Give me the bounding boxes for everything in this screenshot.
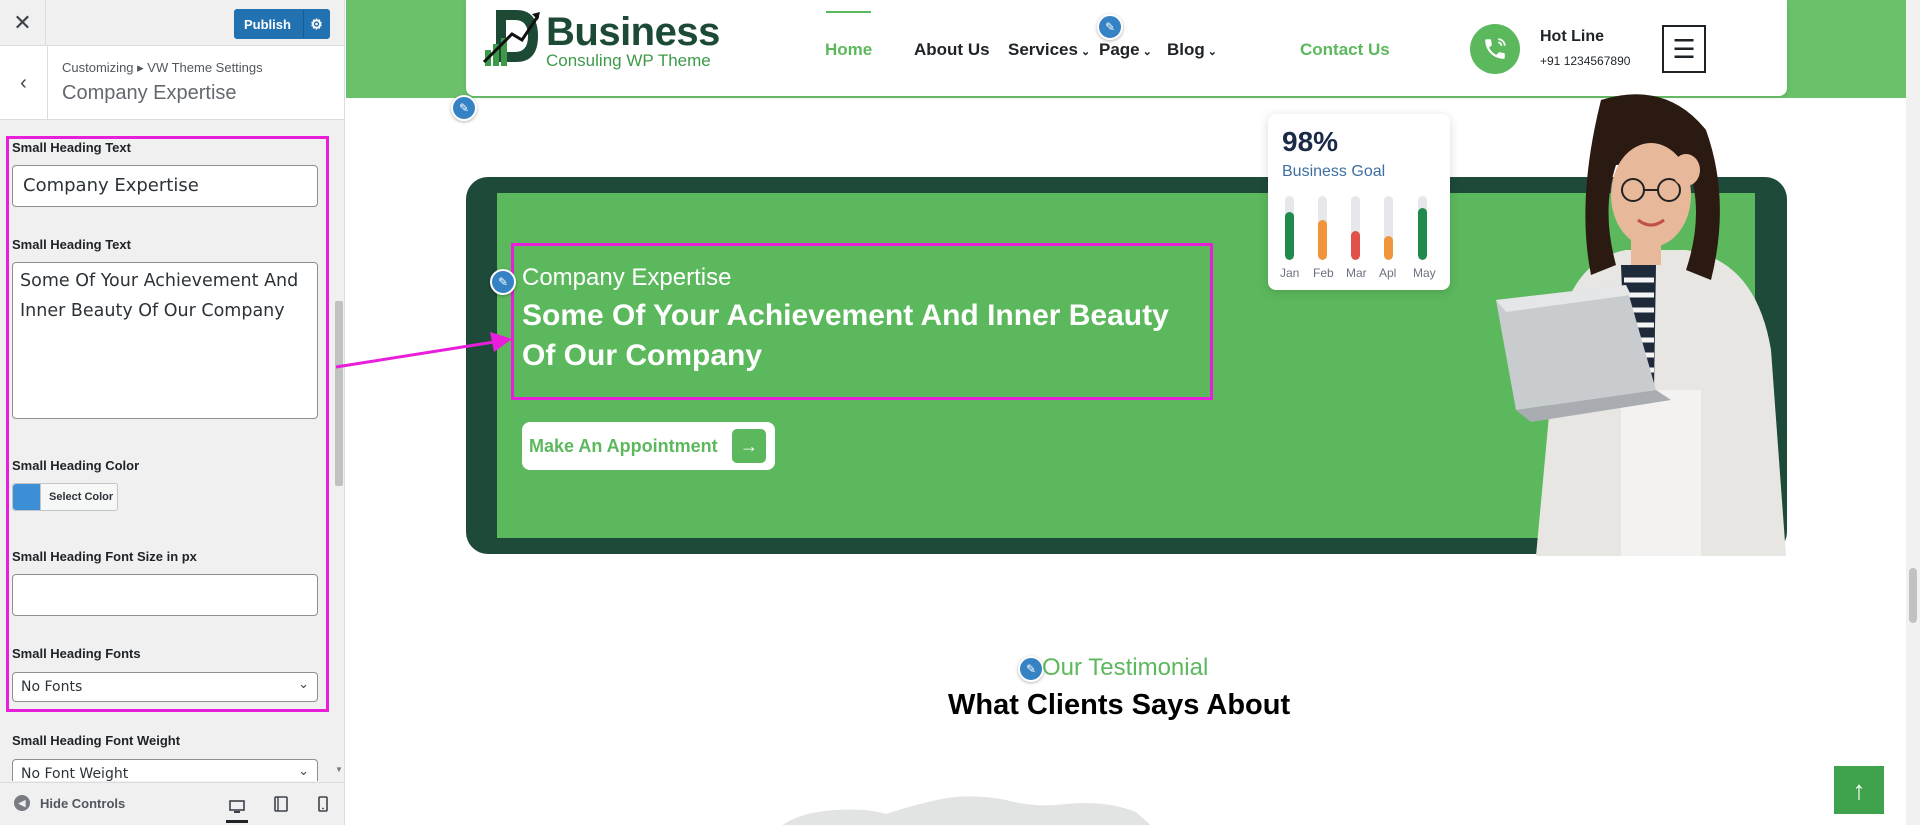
testimonial-heading: What Clients Says About xyxy=(948,689,1291,721)
goal-label: Business Goal xyxy=(1282,163,1386,180)
customizer-header: ✕ Publish ⚙ xyxy=(0,0,344,46)
collapse-icon: ◀ xyxy=(14,795,30,811)
goal-bar-mar xyxy=(1351,196,1360,260)
section-title: Company Expertise xyxy=(62,82,237,104)
hotline-number[interactable]: +91 1234567890 xyxy=(1540,54,1630,68)
hotline-title: Hot Line xyxy=(1540,28,1604,45)
goal-month-label: Feb xyxy=(1313,266,1334,280)
world-map-decoration xyxy=(782,796,1151,825)
font-weight-select[interactable]: No Font Weight ⌄ xyxy=(12,759,318,781)
goal-bar-jan xyxy=(1285,196,1294,260)
banner-small-heading: Company Expertise xyxy=(522,264,732,291)
make-appointment-button[interactable]: Make An Appointment → xyxy=(522,422,775,470)
edit-pencil-icon[interactable]: ✎ xyxy=(490,269,516,295)
chevron-down-icon: ⌄ xyxy=(298,764,309,779)
nav-page-label: Page xyxy=(1099,40,1140,59)
preview-scroll-thumb[interactable] xyxy=(1909,568,1917,623)
chevron-down-icon: ⌄ xyxy=(1080,46,1091,58)
logo-mark-icon xyxy=(482,10,540,66)
nav-home[interactable]: Home xyxy=(825,40,872,60)
site-preview: Business Consuling WP Theme Home About U… xyxy=(346,0,1920,825)
hide-controls-button[interactable]: ◀ Hide Controls xyxy=(14,795,125,811)
annotation-highlight-box xyxy=(6,136,329,712)
font-weight-label: Small Heading Font Weight xyxy=(12,733,181,748)
testimonial-small-heading: Our Testimonial xyxy=(1042,654,1209,681)
nav-about-us[interactable]: About Us xyxy=(914,40,990,60)
scroll-to-top-button[interactable]: ↑ xyxy=(1834,766,1884,814)
scroll-down-arrow-icon[interactable]: ▼ xyxy=(335,765,343,774)
tablet-preview-icon[interactable] xyxy=(270,793,292,815)
sidebar-scroll-thumb[interactable] xyxy=(335,301,343,486)
gear-icon[interactable]: ⚙ xyxy=(303,10,329,38)
nav-contact-us[interactable]: Contact Us xyxy=(1300,40,1390,60)
goal-bar-fill xyxy=(1351,231,1360,260)
font-weight-select-value: No Font Weight xyxy=(21,766,129,781)
nav-blog-label: Blog xyxy=(1167,40,1205,59)
arrow-right-icon: → xyxy=(732,429,766,463)
appointment-label: Make An Appointment xyxy=(529,435,718,456)
nav-services-label: Services xyxy=(1008,40,1078,59)
site-logo[interactable]: Business Consuling WP Theme xyxy=(482,6,722,76)
edit-pencil-icon[interactable]: ✎ xyxy=(1018,656,1044,682)
nav-services[interactable]: Services ⌄ xyxy=(1008,40,1090,60)
publish-button[interactable]: Publish ⚙ xyxy=(234,9,330,39)
goal-bar-feb xyxy=(1318,196,1327,260)
phone-icon[interactable] xyxy=(1470,24,1520,74)
mobile-preview-icon[interactable] xyxy=(312,793,334,815)
nav-blog[interactable]: Blog ⌄ xyxy=(1167,40,1217,60)
edit-pencil-icon[interactable]: ✎ xyxy=(451,95,477,121)
hamburger-menu-icon[interactable]: ☰ xyxy=(1662,25,1706,73)
goal-month-label: Jan xyxy=(1280,266,1300,280)
customizer-sidebar: ✕ Publish ⚙ ‹ Customizing ▸ VW Theme Set… xyxy=(0,0,345,825)
close-icon[interactable]: ✕ xyxy=(0,0,46,46)
goal-month-label: Mar xyxy=(1346,266,1367,280)
desktop-preview-icon[interactable] xyxy=(226,793,248,823)
edit-pencil-icon[interactable]: ✎ xyxy=(1097,14,1123,40)
publish-label: Publish xyxy=(244,16,291,32)
customizer-footer: ◀ Hide Controls xyxy=(0,782,344,825)
logo-name: Business xyxy=(546,10,720,54)
breadcrumb: Customizing ▸ VW Theme Settings xyxy=(62,60,263,75)
sidebar-scrollbar[interactable]: ▼ xyxy=(333,121,344,781)
businesswoman-illustration xyxy=(1496,94,1786,556)
nav-page[interactable]: Page ⌄ xyxy=(1099,40,1152,60)
back-arrow-icon[interactable]: ‹ xyxy=(0,46,48,120)
preview-scrollbar[interactable] xyxy=(1906,0,1920,825)
banner-heading: Some Of Your Achievement And Inner Beaut… xyxy=(522,299,1169,372)
hide-controls-label: Hide Controls xyxy=(40,795,126,811)
active-nav-indicator xyxy=(826,11,871,13)
site-header: Business Consuling WP Theme Home About U… xyxy=(466,0,1787,96)
section-header: ‹ Customizing ▸ VW Theme Settings Compan… xyxy=(0,46,344,120)
logo-tagline: Consuling WP Theme xyxy=(546,51,711,70)
chevron-down-icon: ⌄ xyxy=(1142,46,1152,58)
goal-percent: 98% xyxy=(1282,126,1339,157)
goal-bar-fill xyxy=(1318,220,1327,260)
goal-bar-fill xyxy=(1285,212,1294,260)
chevron-down-icon: ⌄ xyxy=(1207,46,1217,58)
